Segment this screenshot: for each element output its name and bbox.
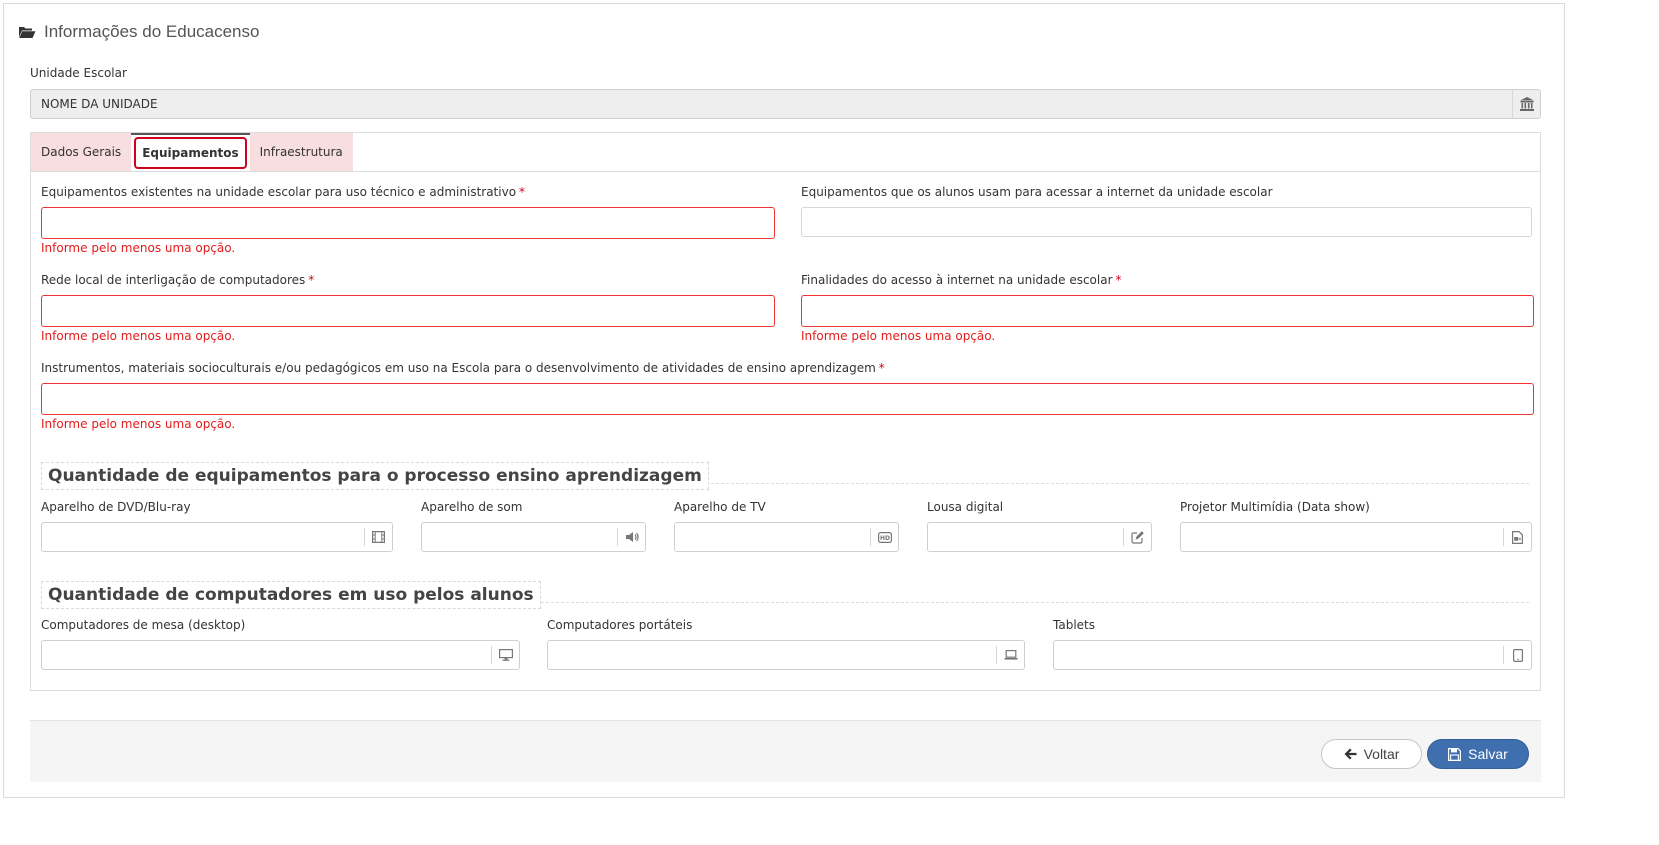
institution-icon	[1512, 90, 1540, 118]
save-button-label: Salvar	[1468, 746, 1508, 762]
page-title: Informações do Educacenso	[44, 22, 260, 41]
required-mark: *	[308, 273, 315, 287]
back-button-label: Voltar	[1363, 746, 1400, 762]
equipment-section-title: Quantidade de equipamentos para o proces…	[41, 462, 709, 490]
save-button[interactable]: Salvar	[1427, 739, 1529, 769]
desktop-input[interactable]	[41, 640, 520, 670]
tab-label: Equipamentos	[134, 137, 247, 169]
local-network-select[interactable]	[41, 295, 775, 327]
label-text: Rede local de interligação de computador…	[41, 273, 306, 287]
form-footer: Voltar Salvar	[30, 720, 1541, 782]
tab-divider	[31, 171, 1540, 172]
local-network-error: Informe pelo menos uma opção.	[41, 329, 236, 343]
computers-section-title: Quantidade de computadores em uso pelos …	[41, 581, 541, 609]
page-header: Informações do Educacenso	[18, 20, 259, 44]
projector-input[interactable]	[1180, 522, 1532, 552]
floppy-disk-icon	[1448, 747, 1462, 761]
unit-label: Unidade Escolar	[30, 66, 127, 80]
film-icon	[364, 528, 392, 546]
laptop-label: Computadores portáteis	[547, 618, 693, 632]
tv-input[interactable]: HD	[674, 522, 899, 552]
file-video-icon	[1503, 528, 1531, 546]
required-mark: *	[878, 361, 885, 375]
edit-icon	[1123, 528, 1151, 546]
label-text: Finalidades do acesso à internet na unid…	[801, 273, 1113, 287]
internet-purpose-select[interactable]	[801, 295, 1534, 327]
local-network-label: Rede local de interligação de computador…	[41, 273, 314, 287]
required-mark: *	[1115, 273, 1122, 287]
tab-label: Dados Gerais	[41, 145, 122, 159]
arrow-left-icon	[1344, 748, 1357, 760]
desktop-label: Computadores de mesa (desktop)	[41, 618, 246, 632]
tablets-label: Tablets	[1053, 618, 1095, 632]
dvd-label: Aparelho de DVD/Blu-ray	[41, 500, 191, 514]
tab-dados-gerais[interactable]: Dados Gerais	[31, 133, 132, 171]
instruments-label: Instrumentos, materiais socioculturais e…	[41, 361, 885, 375]
tab-bar: Dados Gerais Equipamentos Infraestrutura	[31, 133, 353, 171]
folder-open-icon	[18, 25, 36, 39]
tech-admin-label: Equipamentos existentes na unidade escol…	[41, 185, 525, 199]
tv-label: Aparelho de TV	[674, 500, 766, 514]
tablets-input[interactable]	[1053, 640, 1532, 670]
sound-label: Aparelho de som	[421, 500, 523, 514]
label-text: Equipamentos existentes na unidade escol…	[41, 185, 517, 199]
whiteboard-input[interactable]	[927, 522, 1152, 552]
whiteboard-label: Lousa digital	[927, 500, 1004, 514]
svg-text:HD: HD	[879, 535, 889, 542]
projector-label: Projetor Multimídia (Data show)	[1180, 500, 1370, 514]
unit-field: NOME DA UNIDADE	[30, 89, 1541, 119]
sound-input[interactable]	[421, 522, 646, 552]
unit-value: NOME DA UNIDADE	[41, 97, 158, 111]
tab-equipamentos[interactable]: Equipamentos	[131, 133, 250, 171]
instruments-select[interactable]	[41, 383, 1534, 415]
tech-admin-select[interactable]	[41, 207, 775, 239]
laptop-input[interactable]	[547, 640, 1025, 670]
desktop-icon	[491, 646, 519, 664]
student-internet-label: Equipamentos que os alunos usam para ace…	[801, 185, 1273, 199]
tab-infraestrutura[interactable]: Infraestrutura	[249, 133, 353, 171]
student-internet-select[interactable]	[801, 207, 1532, 237]
content-frame: Informações do Educacenso Unidade Escola…	[3, 3, 1565, 798]
tablet-icon	[1503, 646, 1531, 664]
tech-admin-error: Informe pelo menos uma opção.	[41, 241, 236, 255]
internet-purpose-label: Finalidades do acesso à internet na unid…	[801, 273, 1122, 287]
dvd-input[interactable]	[41, 522, 393, 552]
back-button[interactable]: Voltar	[1321, 739, 1422, 769]
hd-video-icon: HD	[870, 528, 898, 546]
tab-panel: Dados Gerais Equipamentos Infraestrutura…	[30, 132, 1541, 691]
laptop-icon	[996, 646, 1024, 664]
label-text: Instrumentos, materiais socioculturais e…	[41, 361, 876, 375]
instruments-error: Informe pelo menos uma opção.	[41, 417, 236, 431]
internet-purpose-error: Informe pelo menos uma opção.	[801, 329, 996, 343]
tab-label: Infraestrutura	[259, 145, 343, 159]
required-mark: *	[519, 185, 526, 199]
volume-icon	[617, 528, 645, 546]
